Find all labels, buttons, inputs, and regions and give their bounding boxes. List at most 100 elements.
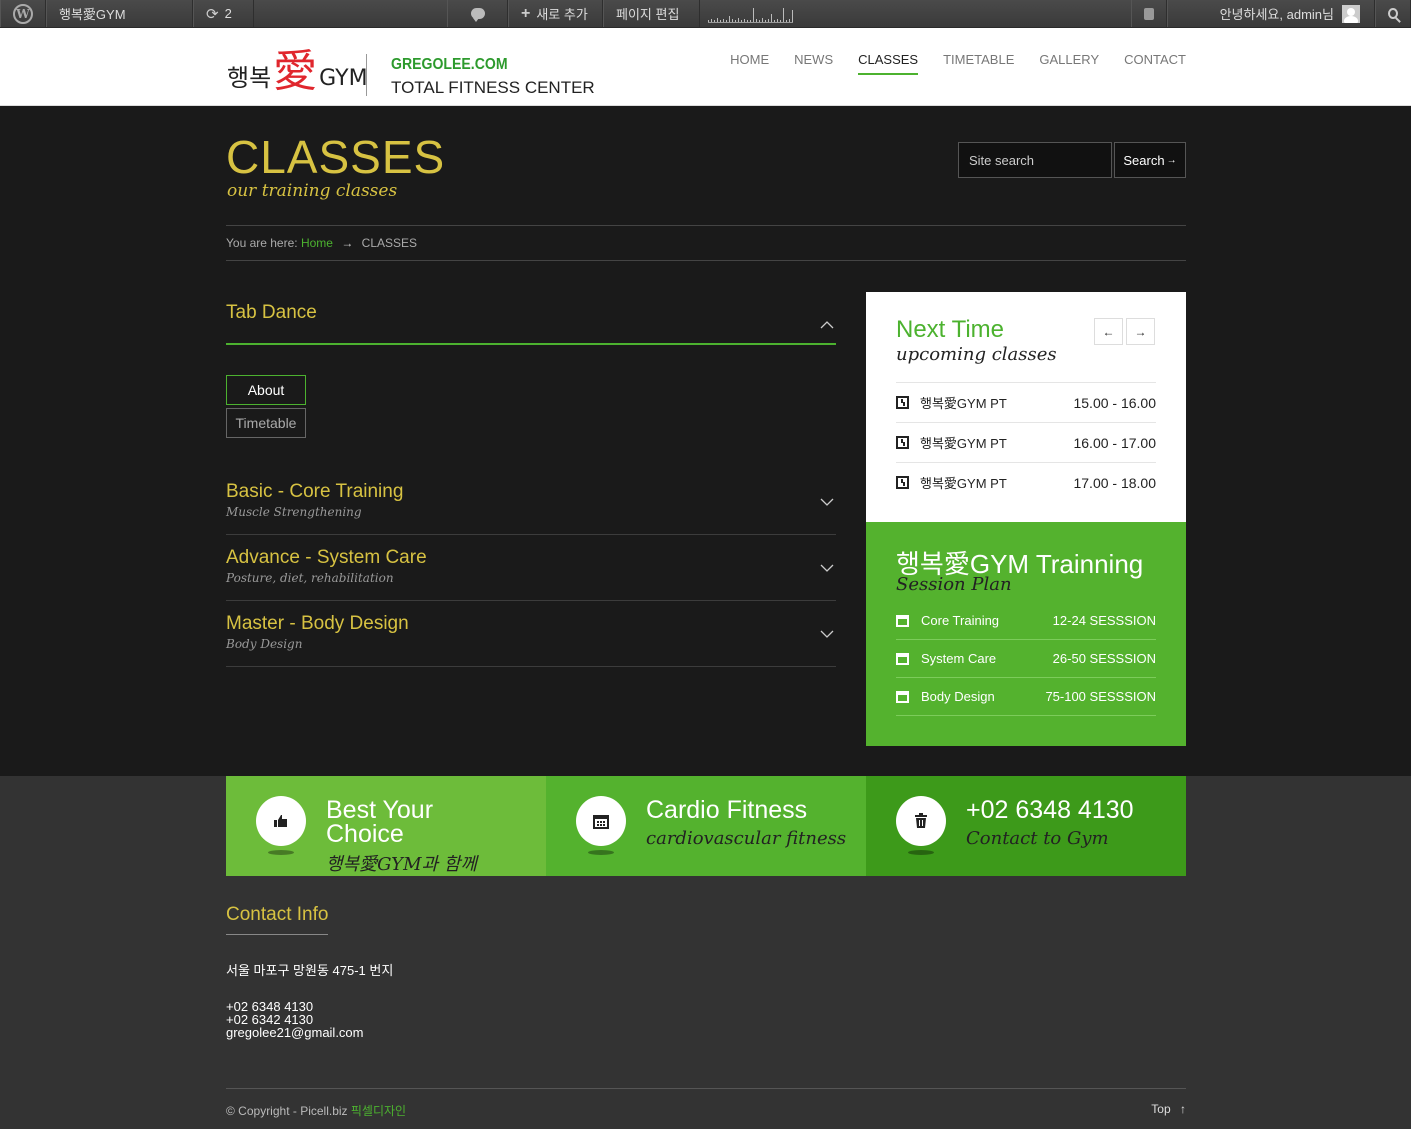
admin-bar: W 행복愛GYM ⟳ 2 + 새로 추가 페이지 편집 안녕하세요, admin… [0,0,1411,28]
feature-title: +02 6348 4130 [966,796,1134,824]
page-subtitle: our training classes [227,181,398,201]
feature-cardio[interactable]: Cardio Fitness cardiovascular fitness [546,776,866,876]
accordion-item-advance[interactable]: Advance - System Care Posture, diet, reh… [226,547,836,597]
arrow-right-icon: → [1134,324,1147,339]
class-time: 15.00 - 16.00 [1073,394,1156,411]
chevron-down-icon [820,564,834,572]
contact-info-title: Contact Info [226,904,329,935]
arrow-up-icon: ↑ [1180,1102,1186,1116]
site-logo[interactable]: 행복 愛 GYM [227,44,368,94]
nav-news[interactable]: NEWS [794,52,833,75]
session-plan-subtitle: Session Plan [896,574,1012,595]
prev-button[interactable]: ← [1094,318,1123,345]
nav-gallery[interactable]: GALLERY [1039,52,1099,75]
search-button[interactable]: Search → [1114,142,1186,178]
divider [226,225,1186,226]
logo-love-glyph: 愛 [273,46,318,97]
breadcrumb-arrow-icon: → [341,236,354,250]
avatar [1342,4,1360,23]
chevron-up-icon [820,321,834,329]
next-button[interactable]: → [1126,318,1155,345]
divider [226,600,836,601]
feature-best-choice[interactable]: Best Your Choice 행복愛GYM과 함께 [226,776,546,876]
class-name: 행복愛GYM PT [920,436,1007,451]
updates-count: 2 [224,6,232,21]
page-title: CLASSES [226,131,446,183]
class-name: 행복愛GYM PT [920,396,1007,411]
updates-button[interactable]: ⟳ 2 [193,0,254,27]
nav-contact[interactable]: CONTACT [1124,52,1186,75]
accordion-item-basic[interactable]: Basic - Core Training Muscle Strengtheni… [226,481,836,531]
next-time-title: Next Time [896,316,1005,343]
next-time-widget: Next Time upcoming classes ← → 행복愛GYM PT… [866,292,1186,522]
user-account-menu[interactable]: 안녕하세요, admin님 [1167,0,1375,27]
edit-page-label: 페이지 편집 [616,7,680,22]
logo-korean-text: 행복 [227,64,272,92]
site-search-input[interactable]: Site search [958,142,1112,178]
accordion-item-master[interactable]: Master - Body Design Body Design [226,613,836,663]
search-icon [1388,8,1398,19]
feature-subtitle: 행복愛GYM과 함께 [326,854,477,875]
refresh-icon: ⟳ [206,5,219,23]
list-item[interactable]: 행복愛GYM PT 15.00 - 16.00 [896,382,1156,422]
session-plan-widget: 행복愛GYM Trainning Session Plan Core Train… [866,522,1186,746]
site-header: 행복 愛 GYM GREGOLEE.COM TOTAL FITNESS CENT… [0,28,1411,106]
site-url: GREGOLEE.COM [391,56,508,73]
calendar-icon [896,652,909,665]
list-item: Core Training 12-24 SESSSION [896,602,1156,640]
nav-timetable[interactable]: TIMETABLE [943,52,1014,75]
calendar-icon [896,690,909,703]
copyright-text: © Copyright - Picell.biz [226,1104,348,1118]
copyright: © Copyright - Picell.biz 픽셀디자인 [226,1102,406,1119]
stats-sparkline-icon [708,5,793,23]
contact-address: 서울 마포구 망원동 475-1 번지 [226,963,394,978]
arrow-left-icon: ← [1102,324,1115,339]
thumbs-up-icon [274,815,287,827]
tab-timetable[interactable]: Timetable [226,408,306,438]
search-button-label: Search [1123,152,1165,168]
list-item[interactable]: 행복愛GYM PT 17.00 - 18.00 [896,462,1156,502]
new-content-button[interactable]: + 새로 추가 [508,0,603,27]
notification-icon [1144,7,1154,20]
clock-icon [896,436,909,449]
notifications-button[interactable] [1131,0,1167,27]
clock-icon [896,396,909,409]
wordpress-logo-button[interactable]: W [0,0,46,27]
admin-search-button[interactable] [1375,0,1411,27]
back-to-top-link[interactable]: Top ↑ [1151,1102,1186,1116]
accordion-title: Tab Dance [226,302,317,323]
breadcrumb-current: CLASSES [361,236,418,250]
edit-page-button[interactable]: 페이지 편집 [603,0,700,27]
nav-classes[interactable]: CLASSES [858,52,919,75]
new-content-label: 새로 추가 [536,7,588,22]
list-item[interactable]: 행복愛GYM PT 16.00 - 17.00 [896,422,1156,462]
site-name-link[interactable]: 행복愛GYM [46,0,193,27]
contact-email[interactable]: gregolee21@gmail.com [226,1025,364,1040]
accordion-header-tab-dance[interactable]: Tab Dance [226,302,836,342]
feature-contact[interactable]: +02 6348 4130 Contact to Gym [866,776,1186,876]
site-tagline: TOTAL FITNESS CENTER [391,78,595,97]
comments-button[interactable] [447,0,508,27]
credit-link[interactable]: 픽셀디자인 [351,1104,406,1118]
session-name: System Care [921,651,997,666]
feature-title: Best Your Choice [326,796,434,848]
session-count: 75-100 SESSSION [1045,689,1156,704]
feature-icon-circle [256,796,306,846]
back-to-top-label: Top [1151,1102,1171,1116]
next-time-subtitle: upcoming classes [896,344,1057,365]
accordion-item-title: Master - Body Design [226,613,409,634]
breadcrumb-home-link[interactable]: Home [301,236,333,250]
divider [226,666,836,667]
accordion-item-title: Basic - Core Training [226,481,404,502]
list-item: System Care 26-50 SESSSION [896,640,1156,678]
accordion-item-subtitle: Body Design [226,637,303,651]
feature-subtitle: Contact to Gym [966,828,1109,849]
nav-home[interactable]: HOME [730,52,769,75]
tab-about[interactable]: About [226,375,306,405]
user-greeting: 안녕하세요, admin님 [1219,7,1334,22]
divider [226,534,836,535]
stats-graph[interactable] [700,0,810,27]
class-name: 행복愛GYM PT [920,476,1007,491]
class-time: 17.00 - 18.00 [1073,474,1156,491]
accordion-item-title: Advance - System Care [226,547,427,568]
